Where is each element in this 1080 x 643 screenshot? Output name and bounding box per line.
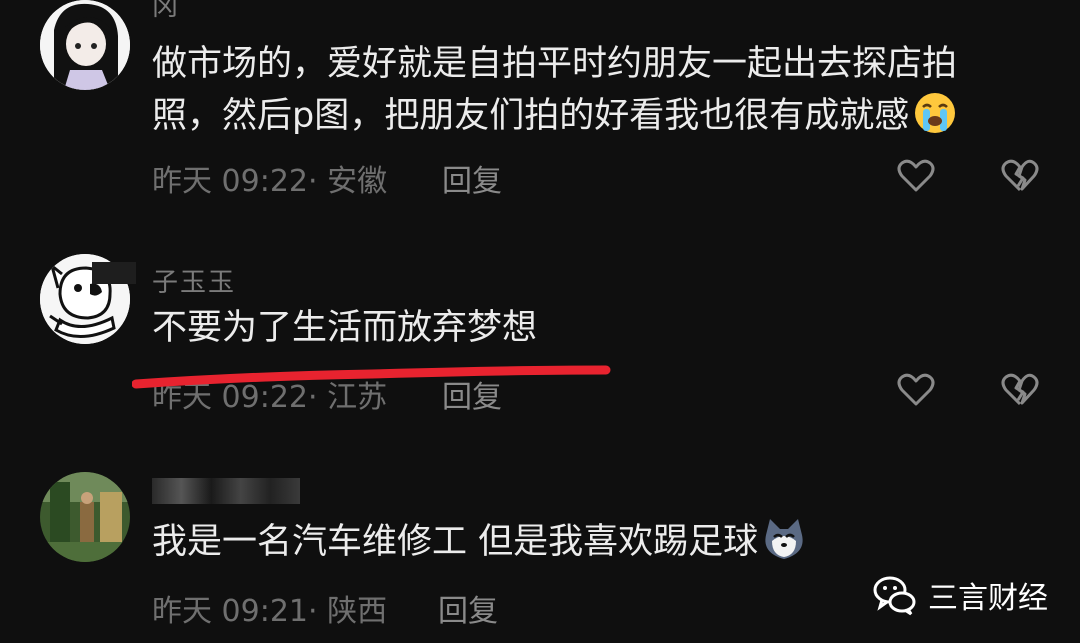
dislike-broken-heart-icon[interactable] [1000, 156, 1040, 196]
wechat-icon [873, 576, 916, 616]
watermark: 三言财经 [872, 572, 1048, 618]
comment-text-line: 做市场的，爱好就是自拍平时约朋友一起出去探店拍 [152, 44, 958, 84]
reply-button[interactable]: 回复 [438, 586, 498, 630]
username[interactable]: 子玉玉 [152, 262, 236, 299]
watermark-text: 三言财经 [928, 581, 1048, 616]
like-heart-icon[interactable] [896, 370, 936, 410]
avatar[interactable] [40, 472, 130, 562]
comment-text: 我是一名汽车维修工 但是我喜欢踢足球 [152, 516, 1052, 568]
like-heart-icon[interactable] [896, 156, 936, 196]
comment-text: 做市场的，爱好就是自拍平时约朋友一起出去探店拍 照，然后p图，把朋友们拍的好看我… [152, 38, 1052, 142]
comment-text-fragment: 照，然后p图，把朋友们拍的好看我也很有成就感 [152, 96, 910, 136]
highlight-underline [132, 365, 611, 389]
husky-dog-face-icon [765, 519, 803, 559]
comment-timestamp: 昨天 09:21· 陕西 [152, 594, 388, 629]
comment-text: 不要为了生活而放弃梦想 [152, 308, 538, 348]
comment-timestamp: 昨天 09:22· 安徽 [152, 164, 388, 199]
comment-item: 冈 做市场的，爱好就是自拍平时约朋友一起出去探店拍 照，然后p图，把朋友们拍的好… [0, 0, 1080, 220]
avatar[interactable] [40, 0, 130, 90]
loudly-crying-face-icon [915, 93, 956, 133]
dislike-broken-heart-icon[interactable] [1000, 370, 1040, 410]
username-blur [152, 478, 300, 504]
username[interactable]: 冈 [152, 0, 180, 23]
reply-button[interactable]: 回复 [442, 156, 502, 200]
comment-text-fragment: 我是一名汽车维修工 但是我喜欢踢足球 [152, 522, 759, 562]
username-blur [92, 262, 136, 284]
comment-text-line: 照，然后p图，把朋友们拍的好看我也很有成就感 [152, 90, 1052, 142]
